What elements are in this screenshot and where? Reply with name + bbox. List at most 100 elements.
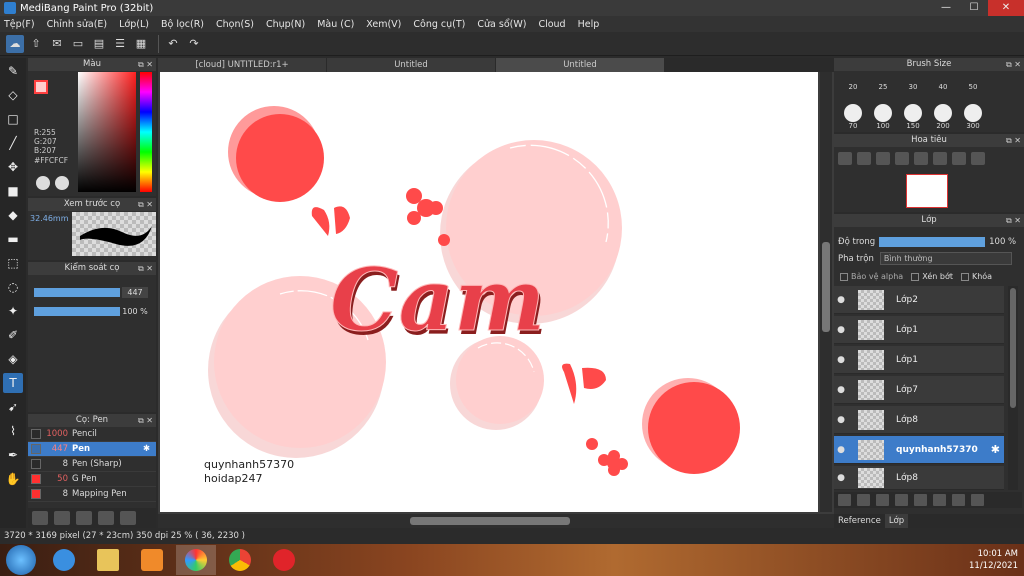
brush-item[interactable]: 50 G Pen (28, 472, 156, 487)
reset-rotate-icon[interactable] (952, 152, 966, 165)
brush-size-option[interactable]: 20 (838, 72, 868, 102)
layer-row[interactable]: ● Lớp8 (834, 406, 1004, 434)
canvas-horizontal-scrollbar[interactable] (158, 514, 834, 528)
panel-close-icon[interactable]: ⧉ ✕ (138, 198, 153, 211)
pen-tool-icon[interactable]: ✒ (3, 445, 23, 465)
upload-icon[interactable]: ⇧ (27, 35, 45, 53)
eyedropper-tool-icon[interactable]: ⌇ (3, 421, 23, 441)
document-icon[interactable]: ▤ (90, 35, 108, 53)
brush-options-icon[interactable] (76, 511, 92, 525)
merge-layer-icon[interactable] (952, 494, 965, 506)
brush-size-option[interactable]: 200 (928, 102, 958, 132)
new-layer-icon[interactable] (838, 494, 851, 506)
comment-icon[interactable]: ✉ (48, 35, 66, 53)
select-pen-tool-icon[interactable]: ✐ (3, 325, 23, 345)
canvas-vertical-scrollbar[interactable] (820, 72, 832, 512)
hue-bar[interactable] (140, 72, 152, 192)
taskbar-medibang[interactable] (176, 545, 216, 575)
brush-size-option[interactable]: 40 (928, 72, 958, 102)
zoom-in-icon[interactable] (838, 152, 852, 165)
gradient-tool-icon[interactable]: ▬ (3, 229, 23, 249)
lock-checkbox[interactable]: Khóa (960, 272, 992, 281)
add-brush-icon[interactable] (32, 511, 48, 525)
fit-icon[interactable] (876, 152, 890, 165)
select-eraser-tool-icon[interactable]: ◈ (3, 349, 23, 369)
new-8bit-layer-icon[interactable] (876, 494, 889, 506)
navigator-thumbnail[interactable] (906, 174, 948, 208)
select-tool-icon[interactable]: ⬚ (3, 253, 23, 273)
tab-cloud-untitled[interactable]: [cloud] UNTITLED:r1+ (158, 58, 326, 72)
blend-mode-select[interactable]: Bình thường (879, 252, 1012, 265)
lasso-tool-icon[interactable]: ◌ (3, 277, 23, 297)
list-icon[interactable]: ☰ (111, 35, 129, 53)
eye-icon[interactable]: ● (834, 473, 848, 483)
brush-item[interactable]: 8 Mapping Pen (28, 487, 156, 502)
undo-icon[interactable]: ↶ (164, 35, 182, 53)
menu-snap[interactable]: Chụp(N) (266, 19, 305, 30)
fullscreen-icon[interactable] (933, 152, 947, 165)
menu-edit[interactable]: Chỉnh sửa(E) (47, 19, 108, 30)
new-brush-icon[interactable] (54, 511, 70, 525)
taskbar-chrome[interactable] (220, 545, 260, 575)
foreground-color-swatch[interactable] (34, 80, 48, 94)
panel-close-icon[interactable]: ⧉ ✕ (138, 262, 153, 275)
taskbar-ie[interactable] (44, 545, 84, 575)
minimize-button[interactable]: — (932, 0, 960, 16)
eye-icon[interactable]: ● (834, 355, 848, 365)
layer-opacity-slider[interactable] (879, 237, 986, 247)
layer-row[interactable]: ● Lớp1 (834, 316, 1004, 344)
palette-icon[interactable] (36, 176, 50, 190)
bucket-tool-icon[interactable]: ◆ (3, 205, 23, 225)
protect-alpha-checkbox[interactable]: Bảo vệ alpha (840, 272, 903, 281)
layer-scrollbar[interactable] (1008, 286, 1018, 490)
layer-row-selected[interactable]: ● quynhanh57370 ✱ (834, 436, 1004, 464)
cloud-icon[interactable]: ☁ (6, 34, 24, 53)
grid-icon[interactable]: ▦ (132, 35, 150, 53)
scroll-thumb[interactable] (822, 242, 830, 332)
brush-size-slider[interactable] (34, 288, 120, 297)
eye-icon[interactable]: ● (834, 325, 848, 335)
saturation-box[interactable] (78, 72, 136, 192)
layer-options-icon[interactable] (895, 494, 908, 506)
brush-settings-gear-icon[interactable]: ✱ (143, 444, 150, 454)
brush-item[interactable]: 8 Pen (Sharp) (28, 457, 156, 472)
zoom-out-icon[interactable] (895, 152, 909, 165)
menu-select[interactable]: Chọn(S) (216, 19, 254, 30)
clock-date[interactable]: 11/12/2021 (888, 560, 1018, 572)
redo-icon[interactable]: ↷ (185, 35, 203, 53)
brush-tool-icon[interactable]: ✎ (3, 61, 23, 81)
drawing-canvas[interactable]: Cam Cam quynhanh57370 hoidap247 (160, 72, 818, 512)
brush-size-value[interactable]: 447 (122, 287, 148, 298)
tab-untitled-2[interactable]: Untitled (496, 58, 664, 72)
layer-row[interactable]: ● Lớp1 (834, 346, 1004, 374)
layer-row[interactable]: ● Lớp2 (834, 286, 1004, 314)
eye-icon[interactable]: ● (834, 415, 848, 425)
tablet-icon[interactable]: ▭ (69, 35, 87, 53)
move-tool-icon[interactable]: ✥ (3, 157, 23, 177)
taskbar-media[interactable] (132, 545, 172, 575)
brush-size-option[interactable]: 150 (898, 102, 928, 132)
brush-copy-icon[interactable] (98, 511, 114, 525)
swap-color-icon[interactable] (55, 176, 69, 190)
scroll-thumb[interactable] (1010, 288, 1016, 408)
taskbar-explorer[interactable] (88, 545, 128, 575)
tab-reference[interactable]: Reference (834, 514, 885, 528)
brush-size-option[interactable]: 50 (958, 72, 988, 102)
magic-wand-tool-icon[interactable]: ✦ (3, 301, 23, 321)
operation-tool-icon[interactable]: ➹ (3, 397, 23, 417)
panel-close-icon[interactable]: ⧉ ✕ (1006, 58, 1021, 71)
close-button[interactable]: ✕ (988, 0, 1024, 16)
line-tool-icon[interactable]: ╱ (3, 133, 23, 153)
clipping-checkbox[interactable]: Xén bớt (911, 272, 953, 281)
scroll-thumb[interactable] (410, 517, 570, 525)
taskbar-opera[interactable] (264, 545, 304, 575)
rotate-icon[interactable] (914, 152, 928, 165)
hand-tool-icon[interactable]: ✋ (3, 469, 23, 489)
eye-icon[interactable]: ● (834, 445, 848, 455)
panel-close-icon[interactable]: ⧉ ✕ (1006, 214, 1021, 227)
menu-view[interactable]: Xem(V) (366, 19, 401, 30)
brush-size-option[interactable]: 25 (868, 72, 898, 102)
eye-icon[interactable]: ● (834, 385, 848, 395)
layer-row[interactable]: ● Lớp7 (834, 376, 1004, 404)
panel-close-icon[interactable]: ⧉ ✕ (138, 414, 153, 427)
